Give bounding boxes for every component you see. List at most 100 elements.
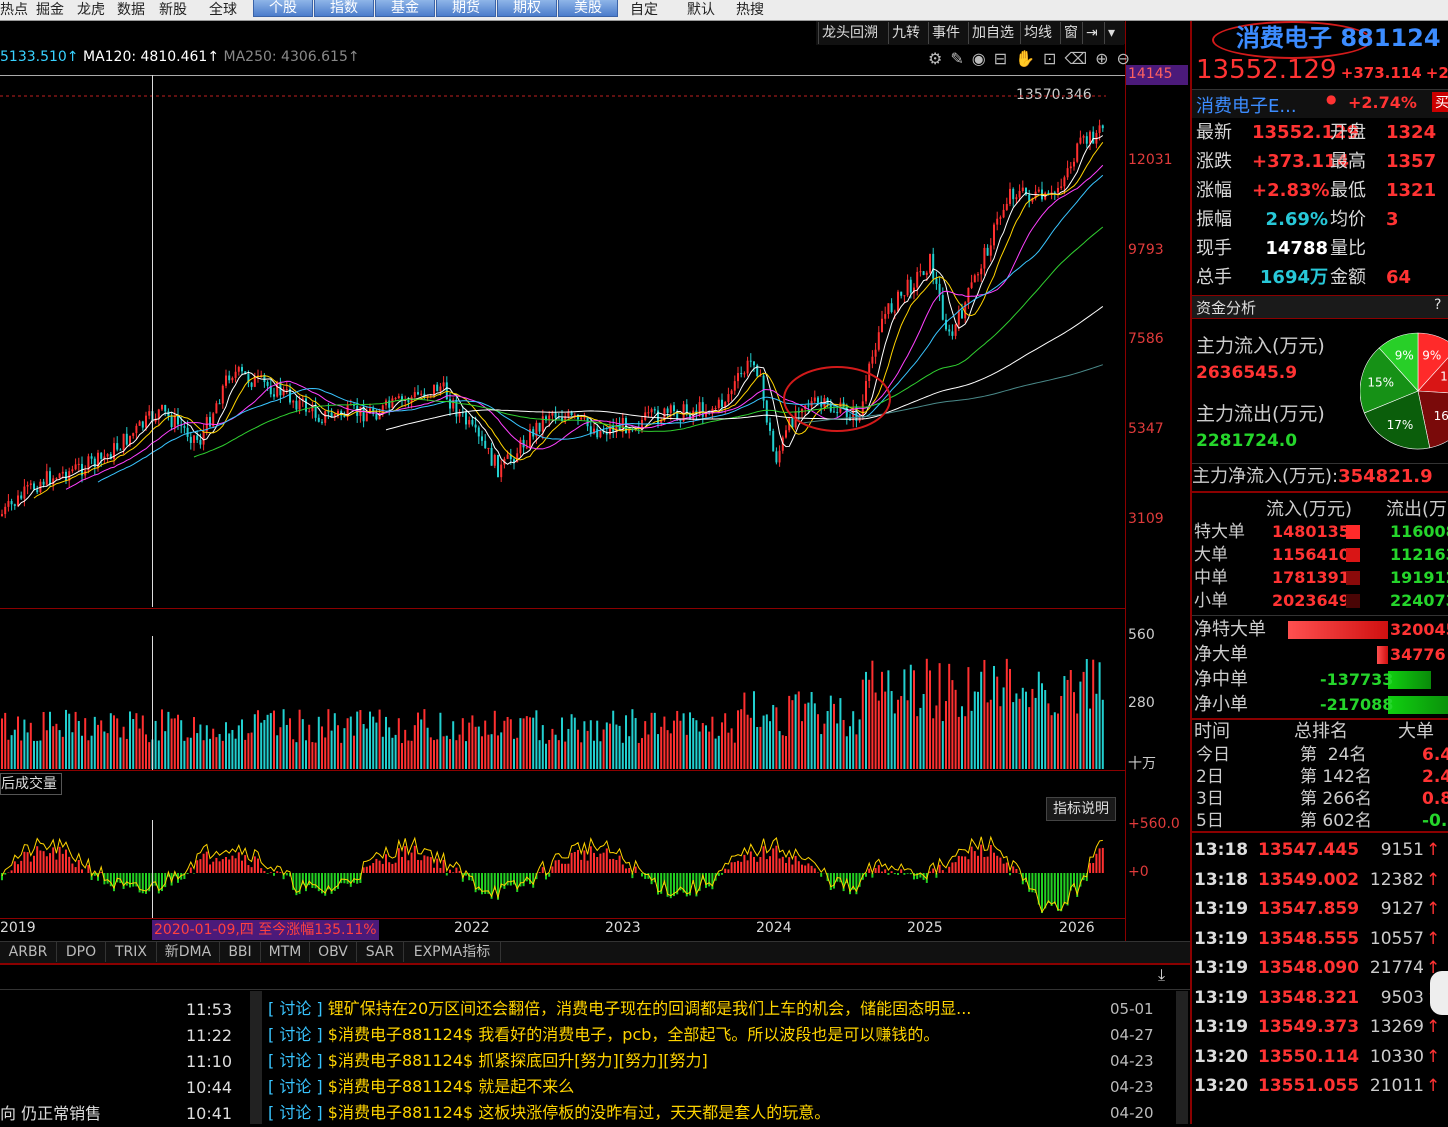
tab-dpo[interactable]: DPO — [57, 942, 106, 962]
volume-bar — [798, 691, 800, 769]
rank-period: 2日 — [1196, 766, 1224, 788]
candle-body — [775, 451, 777, 462]
tab-expma[interactable]: EXPMA指标 — [404, 942, 501, 962]
tab-trix[interactable]: TRIX — [106, 942, 157, 962]
volume-bar — [855, 734, 857, 769]
indicator-bar — [987, 857, 989, 873]
tab-sar[interactable]: SAR — [357, 942, 404, 962]
news-discussion-list: [ 讨论 ] 锂矿保持在20万区间还会翻倍，消费电子现在的回调都是我们上车的机会… — [268, 996, 1168, 1124]
news-item[interactable]: [ 讨论 ] $消费电子881124$ 我看好的消费电子，pcb，全部起飞。所以… — [268, 1022, 939, 1048]
indicator-bar — [833, 873, 835, 889]
candle-body — [55, 478, 57, 479]
menu-hot[interactable]: 热点 — [0, 1, 28, 19]
volume-bar — [593, 741, 595, 769]
volume-bar — [1092, 660, 1094, 769]
download-icon[interactable]: ⤓ — [1158, 965, 1165, 985]
news-snippet[interactable]: 向 仍正常销售 — [0, 1101, 101, 1127]
fund-analysis-header: 资金分析 ? — [1192, 295, 1448, 319]
tab-options[interactable]: 期权 — [497, 0, 557, 17]
avatar-float[interactable] — [1430, 971, 1448, 1015]
tab-index[interactable]: 指数 — [314, 0, 374, 17]
volume-bar — [491, 734, 493, 769]
tab-fund[interactable]: 基金 — [375, 0, 435, 17]
help-icon[interactable]: ? — [1434, 297, 1441, 313]
volume-bar — [596, 721, 598, 769]
candle-body — [267, 382, 269, 386]
indicator-bar — [196, 860, 198, 873]
volume-bar — [609, 724, 611, 769]
right-scrollbar[interactable] — [1176, 991, 1188, 1124]
menu-hotsearch[interactable]: 热搜 — [736, 1, 764, 19]
candle-body — [46, 471, 48, 485]
candle-body — [33, 483, 35, 489]
indicator-bar — [372, 863, 374, 873]
candle-body — [967, 288, 969, 302]
buy-button[interactable]: 买 — [1432, 92, 1448, 112]
tab-mtm[interactable]: MTM — [261, 942, 310, 962]
indicator-bar — [756, 862, 758, 873]
volume-bar — [100, 720, 102, 769]
indicator-bar — [670, 873, 672, 898]
tab-arbr[interactable]: ARBR — [0, 942, 57, 962]
volume-axis-label: 560 — [1128, 627, 1155, 643]
volume-bar — [993, 666, 995, 769]
order-outflow: 116008 — [1390, 521, 1448, 543]
volume-bar — [139, 729, 141, 769]
quote-panel: 消费电子 881124 13552.129 +373.114 +2. 消费电子E… — [1190, 21, 1448, 1124]
menu-data[interactable]: 数据 — [117, 1, 145, 19]
volume-bar — [1019, 699, 1021, 769]
indicator-bar — [68, 857, 70, 873]
indicator-bar — [244, 855, 246, 873]
candle-body — [468, 420, 470, 424]
tab-futures[interactable]: 期货 — [436, 0, 496, 17]
volume-bar — [875, 693, 877, 769]
tab-us[interactable]: 美股 — [558, 0, 618, 17]
volume-bar — [1076, 714, 1078, 769]
menu-default[interactable]: 默认 — [687, 1, 715, 19]
order-flow-table: 特大单1480135116008大单1156410112163中单1781391… — [1192, 521, 1448, 613]
tab-obv[interactable]: OBV — [310, 942, 357, 962]
candle-body — [142, 421, 144, 427]
candle-body — [644, 412, 646, 420]
news-item[interactable]: [ 讨论 ] 锂矿保持在20万区间还会翻倍，消费电子现在的回调都是我们上车的机会… — [268, 996, 971, 1022]
menu-dragon[interactable]: 龙虎 — [77, 1, 105, 19]
volume-bar — [1099, 662, 1101, 769]
tab-stock[interactable]: 个股 — [253, 0, 313, 17]
candle-body — [894, 312, 896, 313]
candle-body — [567, 412, 569, 416]
volume-bar — [65, 710, 67, 769]
news-item[interactable]: [ 讨论 ] $消费电子881124$ 就是起不来么 — [268, 1074, 574, 1100]
stat-value: 13552.129 — [1252, 119, 1328, 147]
rank-header: 时间总排名大单 — [1192, 720, 1448, 744]
price-change: +373.114 — [1341, 64, 1422, 82]
tab-bbi[interactable]: BBI — [220, 942, 261, 962]
indicator-bar — [395, 863, 397, 873]
candle-body — [667, 408, 669, 412]
menu-ipo[interactable]: 新股 — [159, 1, 187, 19]
menu-custom[interactable]: 自定 — [630, 1, 658, 19]
indicator-bar — [996, 856, 998, 873]
news-date: 04-23 — [1110, 1052, 1154, 1070]
volume-bar — [740, 709, 742, 769]
news-text: $消费电子881124$ 抓紧探底回升[努力][努力][努力] — [328, 1051, 708, 1070]
indicator-bar — [503, 873, 505, 889]
menu-global[interactable]: 全球 — [209, 1, 237, 19]
candle-body — [1083, 136, 1085, 137]
left-scrollbar[interactable] — [250, 991, 262, 1124]
tab-newdma[interactable]: 新DMA — [157, 942, 220, 962]
volume-bar — [30, 723, 32, 769]
candle-body — [743, 373, 745, 374]
volume-bar — [715, 739, 717, 769]
volume-bar — [39, 740, 41, 769]
volume-bar — [241, 719, 243, 769]
x-axis-year: 2025 — [907, 920, 943, 936]
volume-bar — [945, 701, 947, 769]
news-item[interactable]: [ 讨论 ] $消费电子881124$ 这板块涨停板的没昨有过，天天都是套人的玩… — [268, 1100, 830, 1126]
candle-body — [555, 413, 557, 418]
quote-title: 消费电子 881124 — [1236, 21, 1441, 55]
menu-dig[interactable]: 掘金 — [36, 1, 64, 19]
sub-quote-row[interactable]: 消费电子E... ● +2.74% 买 — [1192, 89, 1448, 118]
indicator-bar — [910, 873, 912, 874]
news-item[interactable]: [ 讨论 ] $消费电子881124$ 抓紧探底回升[努力][努力][努力] — [268, 1048, 708, 1074]
candle-body — [1067, 168, 1069, 177]
